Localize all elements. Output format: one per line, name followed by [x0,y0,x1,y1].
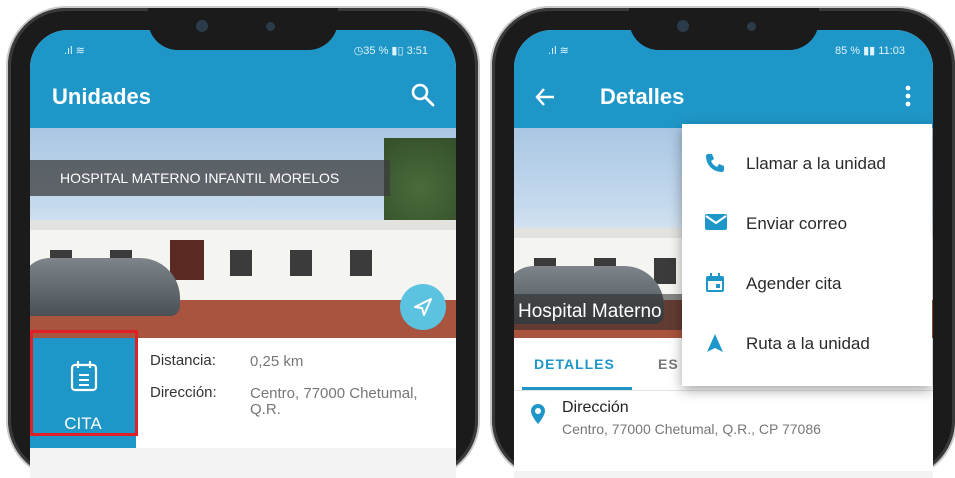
front-camera [676,20,689,32]
sensor [266,22,275,31]
battery-time-status: ◷35 % ▮▯ 3:51 [353,45,428,57]
menu-item-label: Llamar a la unidad [746,154,886,173]
location-pin-icon [531,404,545,424]
car [30,258,180,316]
menu-item-appointment[interactable]: Agender cita [682,256,932,312]
navigation-icon [704,332,726,359]
arrow-left-icon[interactable] [534,86,556,113]
detail-section: Dirección Centro, 77000 Chetumal, Q.R., … [514,391,933,471]
highlight-cita [30,330,138,436]
phone-icon [704,152,726,179]
more-vert-icon[interactable] [905,84,911,113]
hospital-photo: HOSPITAL MATERNO INFANTIL MORELOS [30,128,456,338]
distance-key: Distancia: [150,352,216,369]
app-bar: Detalles [514,66,933,128]
calendar-icon [704,272,726,299]
navigate-fab[interactable] [400,284,446,330]
address-value-line2: Q.R. [250,401,281,418]
menu-item-label: Enviar correo [746,214,848,233]
address-value-line1: Centro, 77000 Chetumal, [250,385,418,402]
menu-item-call[interactable]: Llamar a la unidad [682,136,932,192]
overflow-menu: Llamar a la unidad Enviar correo Agender… [682,124,932,386]
menu-item-route[interactable]: Ruta a la unidad [682,316,932,372]
page-title: Unidades [52,84,152,109]
signal-wifi-status: ⁠.ıl ≋ [548,45,569,57]
tab-details[interactable]: DETALLES [534,356,615,372]
sensor [746,22,756,31]
menu-item-label: Ruta a la unidad [746,334,870,353]
menu-item-label: Agender cita [746,274,842,293]
tab-indicator [522,387,632,390]
notch [148,8,338,50]
send-navigation-icon [414,298,432,316]
right-phone-frame: ⁠.ıl ≋ 85 % ▮▮ 11:03 Detalles Hospital M… [492,8,955,478]
page-title: Detalles [600,84,685,109]
detail-heading: Dirección [562,399,629,416]
right-screen: ⁠.ıl ≋ 85 % ▮▮ 11:03 Detalles Hospital M… [514,30,933,478]
signal-wifi-status: ⁠.ıl ≋ [64,45,85,57]
tab-second[interactable]: ES [658,356,679,372]
notch [628,8,819,50]
distance-value: 0,25 km [250,353,304,370]
search-icon[interactable] [410,82,436,113]
app-bar: Unidades [30,66,456,128]
unit-name-banner: HOSPITAL MATERNO INFANTIL MORELOS [30,160,390,196]
front-camera [196,20,208,32]
battery-time-status: 85 % ▮▮ 11:03 [834,45,905,57]
menu-item-email[interactable]: Enviar correo [682,196,932,252]
mail-icon [704,212,728,237]
detail-value: Centro, 77000 Chetumal, Q.R., CP 77086 [562,421,821,437]
address-key: Dirección: [150,384,217,401]
